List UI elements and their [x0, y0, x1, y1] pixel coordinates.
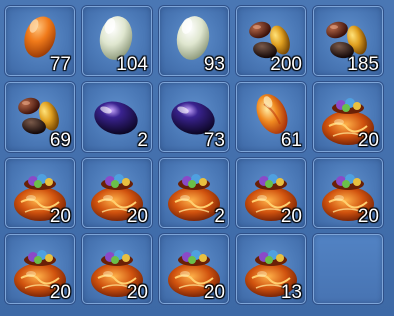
item-quantity: 185	[347, 54, 379, 75]
inventory-slot[interactable]: 20	[313, 82, 383, 152]
inventory-slot[interactable]: 185	[313, 6, 383, 76]
inventory-slot[interactable]: 20	[82, 158, 152, 228]
inventory-slot[interactable]: 69	[5, 82, 75, 152]
item-quantity: 61	[280, 130, 302, 151]
item-quantity: 13	[280, 282, 302, 303]
inventory-slot[interactable]: 61	[236, 82, 306, 152]
item-quantity: 20	[203, 282, 225, 303]
inventory-slot[interactable]: 20	[5, 158, 75, 228]
inventory-slot[interactable]: 2	[82, 82, 152, 152]
item-quantity: 20	[357, 206, 379, 227]
inventory-slot[interactable]: 104	[82, 6, 152, 76]
item-quantity: 200	[270, 54, 302, 75]
item-quantity: 20	[357, 130, 379, 151]
item-quantity: 69	[49, 130, 71, 151]
item-quantity: 2	[214, 206, 225, 227]
inventory-slot[interactable]: 20	[5, 234, 75, 304]
inventory-slot[interactable]: 20	[82, 234, 152, 304]
item-quantity: 20	[126, 206, 148, 227]
inventory-slot[interactable]: 93	[159, 6, 229, 76]
item-quantity: 73	[203, 130, 225, 151]
inventory-slot-empty[interactable]	[313, 234, 383, 304]
item-quantity: 2	[137, 130, 148, 151]
inventory-slot[interactable]: 73	[159, 82, 229, 152]
inventory-slot[interactable]: 20	[159, 234, 229, 304]
inventory-slot[interactable]: 13	[236, 234, 306, 304]
item-quantity: 20	[280, 206, 302, 227]
inventory-grid: 77 104 93 200 185 69 2 73 61 20 20 20 2 …	[0, 0, 394, 316]
inventory-slot[interactable]: 20	[313, 158, 383, 228]
item-quantity: 20	[49, 206, 71, 227]
item-quantity: 20	[126, 282, 148, 303]
inventory-slot[interactable]: 2	[159, 158, 229, 228]
inventory-slot[interactable]: 20	[236, 158, 306, 228]
item-quantity: 20	[49, 282, 71, 303]
item-quantity: 93	[203, 54, 225, 75]
item-quantity: 77	[49, 54, 71, 75]
inventory-slot[interactable]: 77	[5, 6, 75, 76]
inventory-slot[interactable]: 200	[236, 6, 306, 76]
item-quantity: 104	[116, 54, 148, 75]
